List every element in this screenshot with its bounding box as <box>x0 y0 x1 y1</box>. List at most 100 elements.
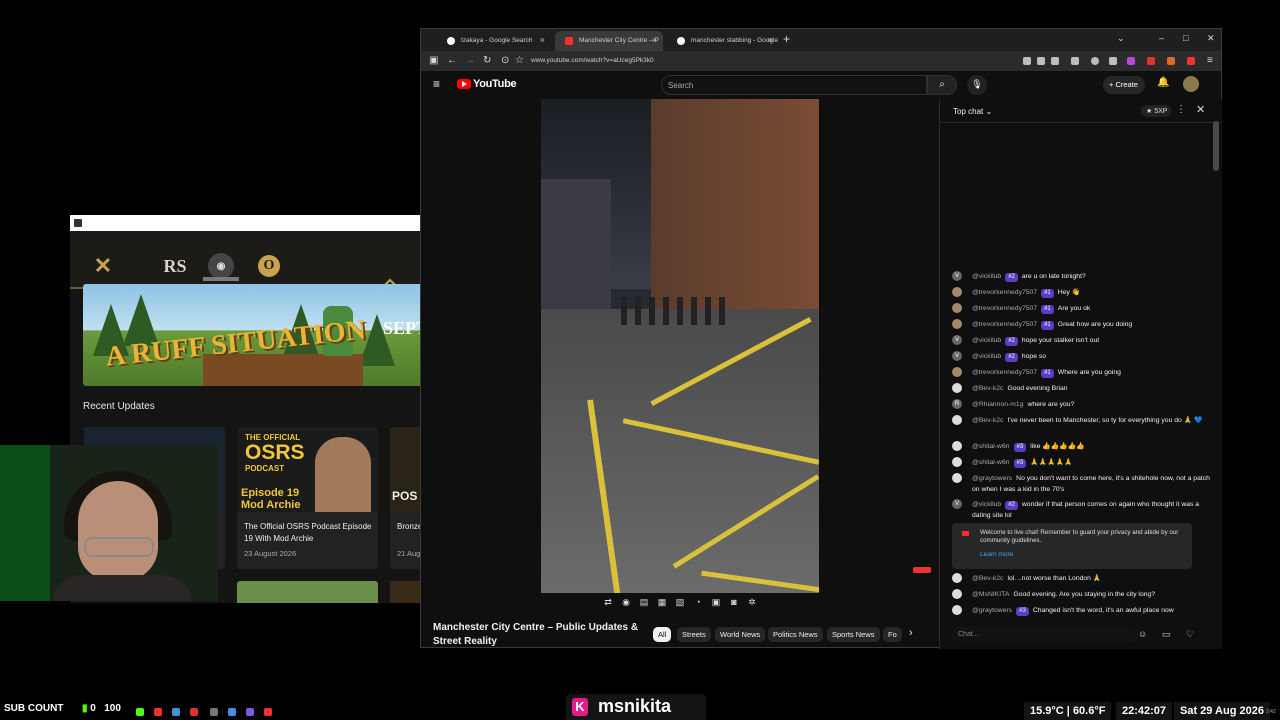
chat-author[interactable]: @Bev-k2c <box>972 385 1003 392</box>
loop-icon[interactable]: ⇄ <box>601 597 615 609</box>
learn-more-link[interactable]: Learn more <box>980 551 1013 558</box>
avatar[interactable] <box>952 605 962 615</box>
super-chat-icon[interactable]: ▭ <box>1162 629 1171 640</box>
close-icon[interactable]: × <box>768 35 773 45</box>
tab-youtube-active[interactable]: Manchester City Centre – P × <box>555 31 663 51</box>
cinema-icon[interactable]: ▤ <box>637 597 651 609</box>
screenshot-icon[interactable]: ◙ <box>727 597 741 609</box>
chat-message[interactable]: @Bev-k2c Good evening Brian <box>952 383 1210 394</box>
avatar[interactable]: V <box>952 335 962 345</box>
extension-icon[interactable] <box>1127 57 1135 65</box>
chat-author[interactable]: @Bev-k2c <box>972 575 1003 582</box>
chip-partial[interactable]: Fo <box>883 627 902 642</box>
download-icon[interactable] <box>1071 57 1079 65</box>
picture-icon[interactable]: ▧ <box>673 597 687 609</box>
extension-icon[interactable] <box>1109 57 1117 65</box>
chat-author[interactable]: @shital-w6n <box>972 443 1010 450</box>
chat-author[interactable]: @vickilub <box>972 337 1001 344</box>
chat-message[interactable]: @trevorkennedy7507 #1 Hey 👋 <box>952 287 1210 298</box>
chat-author[interactable]: @graytowers <box>972 607 1012 614</box>
taskbar-app-icon[interactable] <box>136 708 144 716</box>
chat-message[interactable]: @graytowers #3 Changed isn't the word, it'… <box>952 605 1210 616</box>
taskbar-app-icon[interactable] <box>190 708 198 716</box>
film-icon[interactable]: ▦ <box>655 597 669 609</box>
youtube-logo-icon[interactable] <box>457 79 471 89</box>
reload-icon[interactable]: ↻ <box>483 55 491 66</box>
avatar[interactable] <box>952 303 962 313</box>
chat-message[interactable]: V @vickilub #2 hope your stalker isn't out <box>952 335 1210 346</box>
chat-author[interactable]: @shital-w6n <box>972 459 1010 466</box>
close-icon[interactable]: × <box>652 35 657 45</box>
chevron-right-icon[interactable]: › <box>909 627 913 639</box>
chat-input[interactable]: Chat... <box>952 627 1138 643</box>
maximize-button[interactable]: □ <box>1183 33 1188 43</box>
chat-author[interactable]: @vickilub <box>972 501 1001 508</box>
extension-icon[interactable] <box>1147 57 1155 65</box>
avatar[interactable] <box>952 415 962 425</box>
chip-all[interactable]: All <box>653 627 672 642</box>
chat-mode-dropdown[interactable]: Top chat ⌄ <box>953 107 992 116</box>
microphone-icon[interactable]: 🎙 <box>967 75 987 95</box>
chat-message[interactable]: V @vickilub #2 wonder if that person comes … <box>952 499 1210 521</box>
chat-author[interactable]: @trevorkennedy7507 <box>972 321 1037 328</box>
site-info-icon[interactable]: ⊙ <box>501 55 509 66</box>
extension-icon[interactable] <box>1167 57 1175 65</box>
search-input[interactable]: Search <box>661 75 927 95</box>
extension-icon[interactable] <box>1187 57 1195 65</box>
chat-message[interactable]: V @vickilub #2 are u on late tonight? <box>952 271 1210 282</box>
window-close-button[interactable]: ✕ <box>1207 33 1215 44</box>
chat-author[interactable]: @vickilub <box>972 353 1001 360</box>
chat-author[interactable]: @trevorkennedy7507 <box>972 369 1037 376</box>
tab-manchester-stabbing[interactable]: manchester stabbing - Google × <box>667 31 779 51</box>
taskbar-app-icon[interactable] <box>172 708 180 716</box>
chat-author[interactable]: @trevorkennedy7507 <box>972 289 1037 296</box>
hamburger-menu-icon[interactable]: ≡ <box>433 77 440 91</box>
youtube-wordmark[interactable]: YouTube <box>473 78 517 90</box>
chat-author[interactable]: @MsNIKITA <box>972 591 1009 598</box>
chat-author[interactable]: @Rhiannon-m1g <box>972 401 1024 408</box>
chevron-down-icon[interactable]: ⌄ <box>1117 33 1125 44</box>
forward-icon[interactable]: → <box>465 55 475 66</box>
chat-message[interactable]: @trevorkennedy7507 #1 Great how are you do… <box>952 319 1210 330</box>
video-player[interactable] <box>541 99 819 593</box>
url-field[interactable]: www.youtube.com/watch?v=aUceg5Pk3k0 <box>531 57 654 64</box>
chip-world-news[interactable]: World News <box>715 627 766 642</box>
star-icon[interactable] <box>1051 57 1059 65</box>
news-banner[interactable]: A RUFF SITUATION SEPT <box>83 284 421 386</box>
chat-author[interactable]: @graytowers <box>972 475 1012 482</box>
chat-scrollbar[interactable] <box>1213 121 1219 171</box>
avatar[interactable]: V <box>952 499 962 509</box>
update-card-partial[interactable] <box>390 581 421 603</box>
avatar[interactable] <box>952 441 962 451</box>
chat-author[interactable]: @vickilub <box>972 273 1001 280</box>
chat-message[interactable]: @Bev-k2c lol. ..not worse than London 🙏 <box>952 573 1210 584</box>
settings-gear-icon[interactable]: ✲ <box>745 597 759 609</box>
avatar[interactable] <box>952 287 962 297</box>
back-icon[interactable]: ← <box>447 55 457 66</box>
avatar[interactable] <box>952 367 962 377</box>
runescape-game-icon[interactable]: RS <box>158 253 192 279</box>
taskbar-app-icon[interactable] <box>154 708 162 716</box>
avatar[interactable]: R <box>952 399 962 409</box>
chat-message[interactable]: @Bev-k2c I've never been to Manchester, s… <box>952 415 1210 426</box>
taskbar-app-icon[interactable] <box>228 708 236 716</box>
avatar[interactable]: V <box>952 271 962 281</box>
pip-icon[interactable]: ▣ <box>709 597 723 609</box>
avatar[interactable] <box>952 573 962 583</box>
extension-icon[interactable] <box>1091 57 1099 65</box>
chip-streets[interactable]: Streets <box>677 627 711 642</box>
avatar[interactable] <box>952 473 962 483</box>
close-icon[interactable]: ✕ <box>1196 103 1205 116</box>
points-badge[interactable]: ★ 5XP <box>1141 105 1171 117</box>
menu-icon[interactable]: ≡ <box>1207 55 1213 66</box>
chat-message[interactable]: @shital-w6n #3 🙏🙏🙏🙏🙏 <box>952 457 1210 468</box>
update-card[interactable]: POS Bronze 21 Aug <box>390 427 421 569</box>
heart-icon[interactable]: ♡ <box>1186 629 1194 640</box>
create-button[interactable]: + Create <box>1103 76 1145 94</box>
extension-icon[interactable] <box>1023 57 1031 65</box>
chip-sports-news[interactable]: Sports News <box>827 627 880 642</box>
minimize-button[interactable]: – <box>1159 33 1164 43</box>
avatar[interactable] <box>952 589 962 599</box>
avatar[interactable] <box>1183 76 1199 92</box>
avatar[interactable] <box>952 383 962 393</box>
